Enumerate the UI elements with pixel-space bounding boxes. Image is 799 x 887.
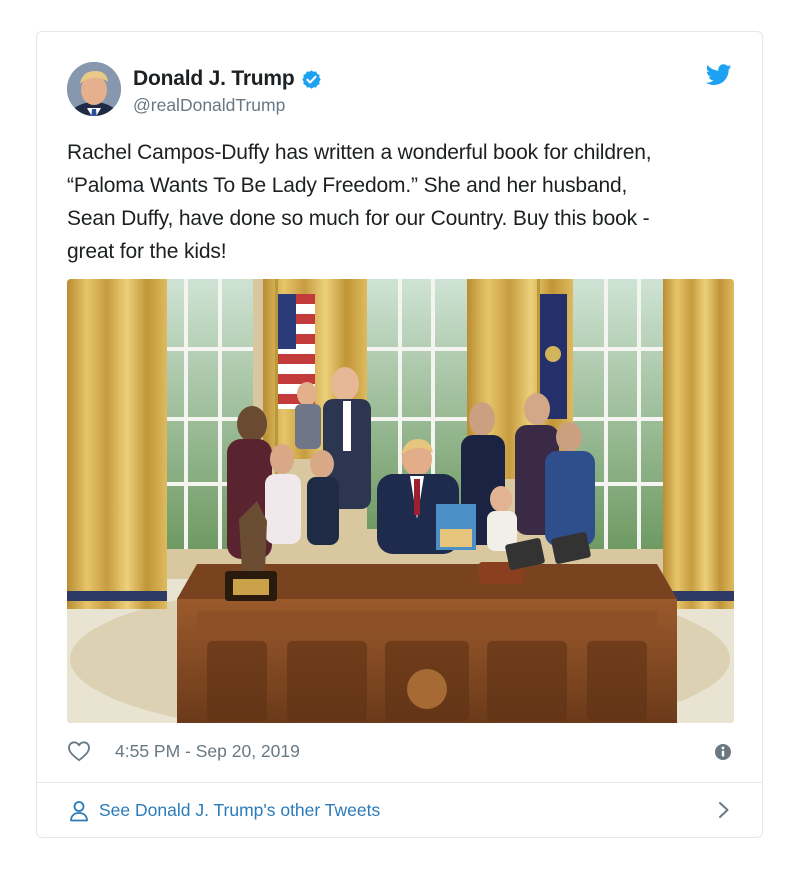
avatar[interactable] (67, 62, 121, 116)
user-handle[interactable]: @realDonaldTrump (133, 95, 322, 116)
see-other-tweets-label: See Donald J. Trump's other Tweets (99, 800, 381, 820)
twitter-bird-icon[interactable] (706, 64, 732, 86)
display-name[interactable]: Donald J. Trump (133, 67, 295, 91)
tweet-text: Rachel Campos-Duffy has written a wonder… (67, 141, 652, 263)
tweet-timestamp[interactable]: 4:55 PM - Sep 20, 2019 (115, 741, 300, 762)
tweet-header: Donald J. Trump @realDonaldTrump (67, 62, 732, 118)
info-icon[interactable] (714, 743, 732, 761)
author-names: Donald J. Trump @realDonaldTrump (133, 67, 322, 116)
oval-office-group-photo (67, 279, 734, 723)
chevron-right-icon (719, 802, 729, 818)
verified-badge-icon (301, 69, 321, 89)
see-other-tweets-link[interactable]: See Donald J. Trump's other Tweets (67, 783, 732, 838)
tweet-meta: 4:55 PM - Sep 20, 2019 (67, 735, 732, 767)
user-icon (70, 800, 88, 821)
tweet-card: Donald J. Trump @realDonaldTrump Rachel … (36, 31, 763, 838)
tweet-photo[interactable] (67, 279, 734, 723)
heart-icon[interactable] (67, 740, 91, 762)
